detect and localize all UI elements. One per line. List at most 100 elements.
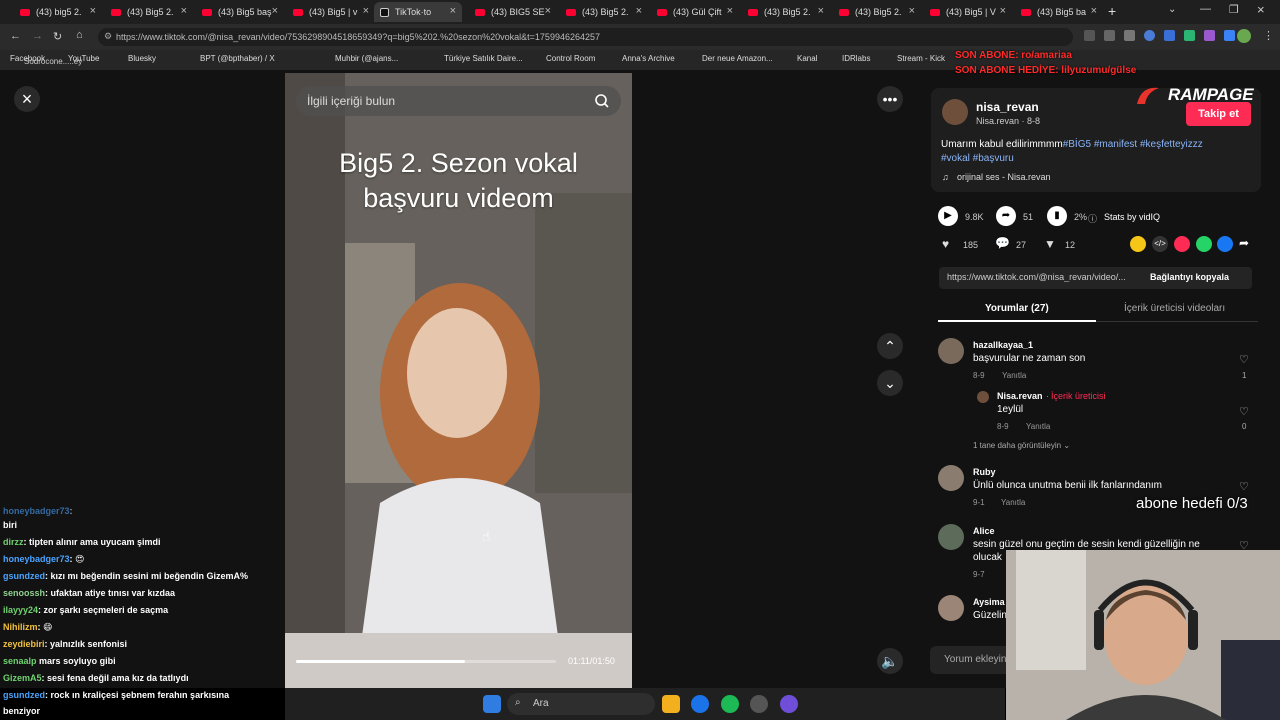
close-tab-icon[interactable]: × — [545, 5, 551, 17]
extension-icon[interactable] — [1084, 30, 1095, 41]
comment-author[interactable]: Nisa.revan — [997, 391, 1043, 401]
extension-icon[interactable] — [1204, 30, 1215, 41]
browser-tab[interactable]: (43) Big5 | V × — [924, 2, 1012, 22]
extension-icon[interactable] — [1104, 30, 1115, 41]
volume-icon[interactable]: 🔈 — [877, 648, 903, 674]
view-more-replies[interactable]: 1 tane daha görüntüleyin ⌄ — [973, 441, 1070, 450]
browser-tab[interactable]: (43) Big5 | v × — [287, 2, 375, 22]
search-icon[interactable] — [587, 89, 617, 113]
info-icon[interactable]: ⓘ — [1088, 212, 1097, 225]
copy-link-button[interactable]: Bağlantıyı kopyala — [1150, 272, 1229, 282]
close-tab-icon[interactable]: × — [636, 5, 642, 17]
bookmark-turkiye-satilik[interactable]: Türkiye Satılık Daire... — [444, 54, 523, 63]
browser-tab[interactable]: (43) Big5 2. × — [742, 2, 830, 22]
comment-author[interactable]: Aysima — [973, 597, 1005, 607]
steam-icon[interactable] — [750, 695, 768, 713]
whatsapp-icon[interactable] — [1196, 236, 1212, 252]
close-tab-icon[interactable]: × — [363, 5, 369, 17]
video-search-input[interactable]: İlgili içeriği bulun — [296, 86, 621, 116]
comment-author[interactable]: Alice — [973, 526, 995, 536]
tab-comments[interactable]: Yorumlar (27) — [985, 303, 1049, 314]
close-tab-icon[interactable]: × — [90, 5, 96, 17]
follow-button[interactable]: Takip et — [1186, 102, 1251, 126]
play-icon[interactable]: ▶ — [938, 206, 958, 226]
author-avatar[interactable] — [942, 99, 968, 125]
extension-icon[interactable] — [1184, 30, 1195, 41]
close-tab-icon[interactable]: × — [1091, 5, 1097, 17]
share-arrow-icon[interactable]: ➦ — [996, 206, 1016, 226]
previous-video-icon[interactable]: ⌃ — [877, 333, 903, 359]
author-username[interactable]: nisa_revan — [976, 100, 1039, 114]
share-more-icon[interactable]: ➦ — [1239, 236, 1249, 250]
browser-tab[interactable]: (43) Big5 2. × — [105, 2, 193, 22]
send-to-friends-icon[interactable] — [1174, 236, 1190, 252]
creator-reply-avatar[interactable] — [977, 391, 989, 403]
bookmark-control-room[interactable]: Control Room — [546, 54, 595, 63]
back-icon[interactable]: ← — [10, 30, 21, 42]
maximize-icon[interactable]: ❐ — [1229, 3, 1239, 16]
commenter-avatar[interactable] — [938, 338, 964, 364]
reply-link[interactable]: Yanıtla — [1002, 371, 1026, 380]
bookmark-annas-archive[interactable]: Anna's Archive — [622, 54, 675, 63]
browser-menu-icon[interactable]: ⋮ — [1263, 29, 1274, 42]
browser-tab[interactable]: (43) Big5 2. × — [833, 2, 921, 22]
facebook-icon[interactable] — [1217, 236, 1233, 252]
file-explorer-icon[interactable] — [662, 695, 680, 713]
tab-creator-videos[interactable]: İçerik üreticisi videoları — [1124, 303, 1225, 314]
browser-tab[interactable]: (43) Big5 2. × — [560, 2, 648, 22]
commenter-avatar[interactable] — [938, 595, 964, 621]
bookmark-kick-stream[interactable]: Stream - Kick — [897, 54, 945, 63]
bookmark-idrlabs[interactable]: IDRlabs — [842, 54, 870, 63]
hashtag-links[interactable]: #BİG5 #manifest #keşfetteyizzz — [1063, 139, 1203, 150]
minimize-icon[interactable]: — — [1200, 3, 1211, 15]
obs-icon[interactable] — [780, 695, 798, 713]
bookmark-amazon[interactable]: Der neue Amazon... — [702, 54, 773, 63]
comment-like-icon[interactable]: ♡ — [1239, 480, 1249, 493]
close-tab-icon[interactable]: × — [727, 5, 733, 17]
bookmark-bpt[interactable]: BPT (@bpthaber) / X — [200, 54, 275, 63]
new-tab-icon[interactable]: + — [1108, 3, 1116, 19]
close-tab-icon[interactable]: × — [1000, 5, 1006, 17]
close-tab-icon[interactable]: × — [818, 5, 824, 17]
reply-link[interactable]: Yanıtla — [1026, 422, 1050, 431]
reply-link[interactable]: Yanıtla — [1001, 498, 1025, 507]
comment-like-icon[interactable]: ♡ — [1239, 353, 1249, 366]
browser-tab-active[interactable]: TikTok·to × — [374, 2, 462, 22]
extension-icon[interactable] — [1144, 30, 1155, 41]
comment-like-icon[interactable]: ♡ — [1239, 405, 1249, 418]
bar-chart-icon[interactable]: ▮ — [1047, 206, 1067, 226]
close-tab-icon[interactable]: × — [181, 5, 187, 17]
coin-share-icon[interactable] — [1130, 236, 1146, 252]
browser-tab[interactable]: (43) Big5 ba × — [1015, 2, 1103, 22]
forward-icon[interactable]: → — [32, 30, 43, 42]
close-tab-icon[interactable]: × — [909, 5, 915, 17]
browser-tab[interactable]: (43) BIG5 SE × — [469, 2, 557, 22]
browser-tab[interactable]: (43) Big5 baş × — [196, 2, 284, 22]
commenter-avatar[interactable] — [938, 465, 964, 491]
extension-icon[interactable] — [1124, 30, 1135, 41]
more-options-icon[interactable]: ••• — [877, 86, 903, 112]
embed-icon[interactable]: </> — [1152, 236, 1168, 252]
tab-search-icon[interactable]: ⌄ — [1168, 4, 1176, 15]
taskbar-search[interactable]: Ara — [507, 693, 655, 715]
chrome-icon[interactable] — [691, 695, 709, 713]
sidebar-icon[interactable] — [1224, 30, 1235, 41]
bookmark-icon[interactable]: ▼ — [1044, 237, 1056, 251]
windows-start-icon[interactable] — [483, 695, 501, 713]
sound-name[interactable]: orijinal ses - Nisa.revan — [957, 172, 1051, 182]
extension-icon[interactable] — [1164, 30, 1175, 41]
window-close-icon[interactable]: × — [1257, 2, 1265, 17]
browser-tab[interactable]: (43) big5 2. × — [14, 2, 102, 22]
profile-avatar-icon[interactable] — [1237, 29, 1251, 43]
comment-author[interactable]: Ruby — [973, 467, 996, 477]
spotify-icon[interactable] — [721, 695, 739, 713]
comment-bubble-icon[interactable]: 💬 — [995, 236, 1010, 250]
bookmark-kanal[interactable]: Kanal — [797, 54, 817, 63]
site-info-icon[interactable]: ⚙ — [104, 31, 112, 42]
hashtag-links[interactable]: #vokal #başvuru — [941, 153, 1014, 164]
close-video-button[interactable]: × — [14, 86, 40, 112]
browser-tab[interactable]: (43) Gül Çift × — [651, 2, 739, 22]
reload-icon[interactable]: ↻ — [53, 30, 62, 43]
address-input[interactable]: https://www.tiktok.com/@nisa_revan/video… — [98, 28, 1073, 46]
home-icon[interactable]: ⌂ — [76, 29, 83, 41]
